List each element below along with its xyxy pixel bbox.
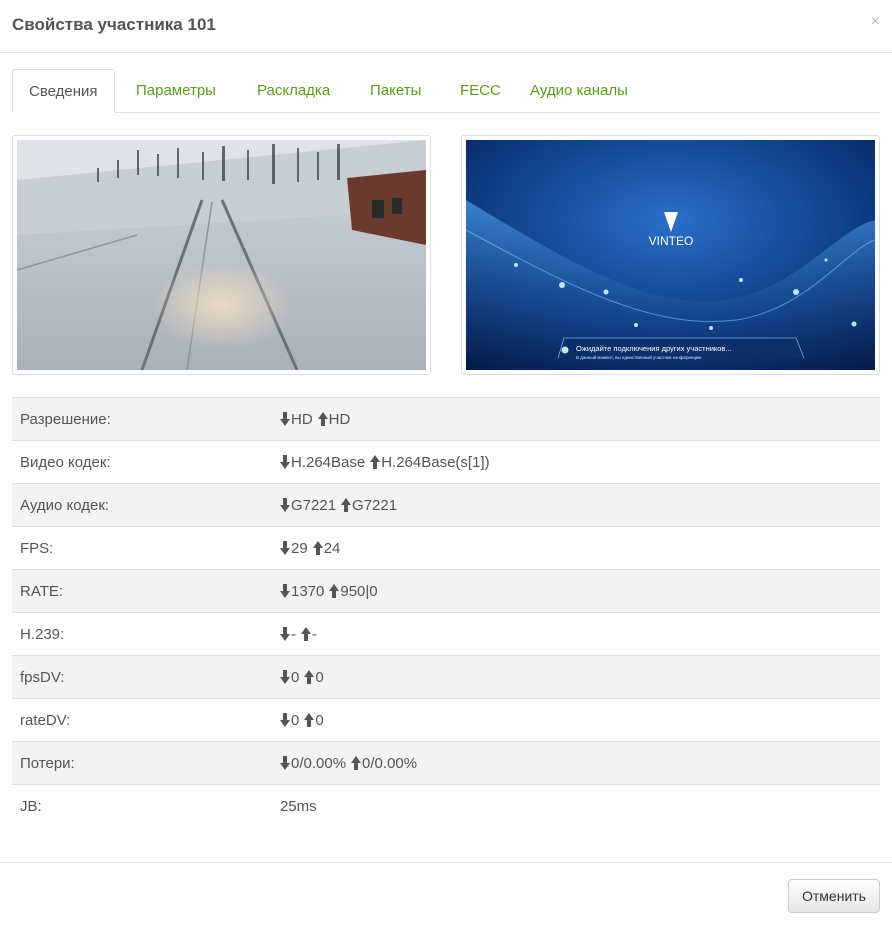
arrow-down-icon	[280, 756, 290, 770]
value-down: 0/0.00%	[291, 754, 347, 772]
property-label: fpsDV:	[20, 668, 65, 686]
value-up: H.264Base(s[1])	[381, 453, 490, 471]
close-icon[interactable]: ×	[871, 12, 880, 32]
property-row-audio-codec: Аудио кодек: G7221 G7221	[12, 483, 880, 526]
tab-packets[interactable]: Пакеты	[354, 69, 437, 113]
property-value: 1370 950|0	[272, 583, 378, 600]
value-down: 0	[291, 711, 300, 729]
arrow-down-icon	[280, 670, 290, 684]
value-down: 29	[291, 539, 308, 557]
tab-layout[interactable]: Раскладка	[241, 69, 346, 113]
value-down: G7221	[291, 496, 337, 514]
value-up: 24	[323, 539, 341, 557]
cancel-button[interactable]: Отменить	[788, 879, 880, 913]
properties-table: Разрешение: HD HD Видео кодек: H.264Base H…	[12, 397, 880, 827]
property-row-losses: Потери: 0/0.00% 0/0.00%	[12, 741, 880, 784]
value-down: H.264Base	[291, 453, 366, 471]
property-row-fpsdv: fpsDV: 00	[12, 655, 880, 698]
modal-title: Свойства участника 101	[12, 15, 216, 34]
arrow-up-icon	[312, 541, 323, 555]
arrow-up-icon	[317, 412, 328, 426]
property-row-h239: H.239: --	[12, 612, 880, 655]
value-up: 950|0	[340, 582, 378, 600]
arrow-up-icon	[329, 584, 340, 598]
property-label: rateDV:	[20, 711, 71, 729]
property-row-rate: RATE: 1370 950|0	[12, 569, 880, 612]
property-label: FPS:	[20, 539, 54, 557]
property-value: 25ms	[280, 797, 317, 815]
property-value: HD HD	[272, 411, 350, 428]
value-down: 1370	[291, 582, 325, 600]
property-row-ratedv: rateDV: 00	[12, 698, 880, 741]
arrow-up-icon	[351, 756, 362, 770]
value-up: 0	[315, 711, 324, 729]
arrow-up-icon	[304, 670, 315, 684]
arrow-down-icon	[280, 713, 290, 727]
local-video-image: VINTEO Ожидайте подключения других участ…	[466, 140, 875, 370]
property-label: Разрешение:	[20, 410, 111, 428]
vinteo-logo: VINTEO	[649, 234, 694, 248]
property-label: Аудио кодек:	[20, 496, 110, 514]
arrow-down-icon	[280, 498, 290, 512]
arrow-down-icon	[280, 541, 290, 555]
property-row-fps: FPS: 29 24	[12, 526, 880, 569]
arrow-down-icon	[280, 455, 290, 469]
property-value: H.264Base H.264Base(s[1])	[272, 454, 490, 471]
local-video-note: В данный момент, вы единственный участни…	[576, 354, 702, 360]
property-label: Видео кодек:	[20, 453, 111, 471]
tab-fecc[interactable]: FECC	[444, 69, 517, 113]
property-label: RATE:	[20, 582, 64, 600]
value-down: HD	[291, 410, 313, 428]
tabs: Сведения Параметры Раскладка Пакеты FECC…	[12, 69, 880, 113]
property-label: JB:	[20, 797, 42, 815]
tab-info[interactable]: Сведения	[12, 69, 115, 113]
arrow-down-icon	[280, 584, 290, 598]
value-up: -	[312, 625, 317, 643]
arrow-up-icon	[341, 498, 352, 512]
value-up: HD	[328, 410, 351, 428]
value-up: 0/0.00%	[362, 754, 418, 772]
local-video: VINTEO Ожидайте подключения других участ…	[461, 135, 880, 375]
property-value: 29 24	[272, 540, 340, 557]
value-up: 0	[315, 668, 324, 686]
property-value: 0/0.00% 0/0.00%	[272, 755, 417, 772]
local-video-status: Ожидайте подключения других участников..…	[576, 344, 732, 353]
property-value: G7221 G7221	[272, 497, 397, 514]
arrow-up-icon	[304, 713, 315, 727]
remote-video	[12, 135, 431, 375]
arrow-down-icon	[280, 412, 290, 426]
modal-header: Свойства участника 101 ×	[0, 0, 892, 53]
arrow-up-icon	[370, 455, 381, 469]
value-down: 0	[291, 668, 300, 686]
tab-parameters[interactable]: Параметры	[120, 69, 232, 113]
value-down: -	[291, 625, 296, 643]
property-value: 00	[272, 669, 324, 686]
arrow-up-icon	[301, 627, 311, 641]
modal-footer: Отменить	[0, 862, 892, 926]
value-up: G7221	[352, 496, 398, 514]
property-row-resolution: Разрешение: HD HD	[12, 397, 880, 440]
property-label: Потери:	[20, 754, 75, 772]
property-label: H.239:	[20, 625, 65, 643]
property-value: 00	[272, 712, 324, 729]
arrow-down-icon	[280, 627, 290, 641]
tab-audio-channels[interactable]: Аудио каналы	[514, 69, 644, 113]
property-row-jb: JB: 25ms	[12, 784, 880, 827]
property-value: --	[272, 626, 317, 643]
property-row-video-codec: Видео кодек: H.264Base H.264Base(s[1])	[12, 440, 880, 483]
remote-video-image	[17, 140, 426, 370]
